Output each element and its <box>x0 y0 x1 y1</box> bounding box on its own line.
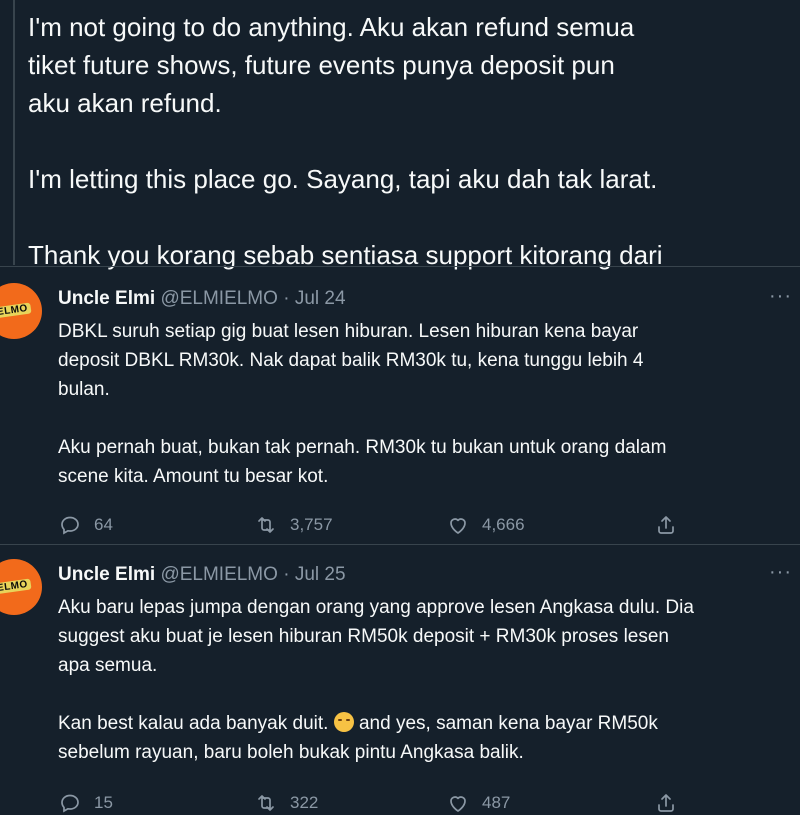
reply-button[interactable]: 64 <box>58 513 113 537</box>
like-count: 487 <box>482 793 511 812</box>
like-count: 4,666 <box>482 515 525 534</box>
retweet-icon <box>258 517 274 533</box>
like-button[interactable]: 4,666 <box>446 513 525 537</box>
avatar-logo: ELMO <box>0 578 32 595</box>
reply-button[interactable]: 15 <box>58 791 113 815</box>
share-icon <box>658 516 674 534</box>
tweet-header: Uncle Elmi @ELMIELMO · Jul 25 <box>58 563 346 587</box>
reply-count: 15 <box>94 793 113 812</box>
retweet-count: 322 <box>290 793 319 812</box>
like-icon <box>450 796 466 812</box>
tweet-actions: 64 3,757 4,666 <box>58 513 698 537</box>
top-tweet-line: tiket future shows, future events punya … <box>28 50 615 80</box>
share-button[interactable] <box>654 791 678 815</box>
author-name[interactable]: Uncle Elmi <box>58 288 155 309</box>
tweet-text-line: Kan best kalau ada banyak duit. and yes,… <box>58 709 788 738</box>
tweet-body: Aku baru lepas jumpa dengan orang yang a… <box>58 593 788 767</box>
reply-icon <box>61 516 79 535</box>
tweet-date[interactable]: Jul 25 <box>295 564 346 585</box>
more-icon[interactable]: ··· <box>769 285 792 308</box>
retweet-button[interactable]: 3,757 <box>254 513 333 537</box>
reply-count: 64 <box>94 515 113 534</box>
avatar[interactable]: ELMO <box>0 283 42 339</box>
author-name[interactable]: Uncle Elmi <box>58 564 155 585</box>
share-icon <box>658 794 674 812</box>
author-handle[interactable]: @ELMIELMO <box>160 564 277 585</box>
tweet-text-line: suggest aku buat je lesen hiburan RM50k … <box>58 626 669 647</box>
top-tweet-line: I'm not going to do anything. Aku akan r… <box>28 12 635 42</box>
tweet-header: Uncle Elmi @ELMIELMO · Jul 24 <box>58 287 346 311</box>
tweet-actions: 15 322 487 <box>58 791 698 815</box>
top-tweet-line: aku akan refund. <box>28 88 222 118</box>
avatar-logo: ELMO <box>0 302 32 319</box>
tweet-text-line: sebelum rayuan, baru boleh bukak pintu A… <box>58 742 524 763</box>
tweet-text-line: Aku pernah buat, bukan tak pernah. RM30k… <box>58 437 667 458</box>
reply-icon <box>61 794 79 813</box>
top-tweet-line: I'm letting this place go. Sayang, tapi … <box>28 164 658 194</box>
tweet-text-line: apa semua. <box>58 655 158 676</box>
share-button[interactable] <box>654 513 678 537</box>
thread-line <box>13 0 15 265</box>
tweet-text-line: Aku baru lepas jumpa dengan orang yang a… <box>58 597 694 618</box>
tweet-date[interactable]: Jul 24 <box>295 288 346 309</box>
pensive-face-emoji-icon <box>333 712 354 732</box>
tweet-text-segment: Kan best kalau ada banyak duit. <box>58 713 329 734</box>
separator-dot: · <box>283 564 290 585</box>
top-tweet-text: I'm not going to do anything. Aku akan r… <box>28 8 788 274</box>
tweet-text-line: deposit DBKL RM30k. Nak dapat balik RM30… <box>58 350 644 371</box>
tweet-body: DBKL suruh setiap gig buat lesen hiburan… <box>58 317 788 491</box>
like-button[interactable]: 487 <box>446 791 510 815</box>
tweet-text-line: scene kita. Amount tu besar kot. <box>58 466 329 487</box>
retweet-count: 3,757 <box>290 515 333 534</box>
tweet-text-line: bulan. <box>58 379 110 400</box>
more-icon[interactable]: ··· <box>769 561 792 584</box>
tweet[interactable]: ELMO Uncle Elmi @ELMIELMO · Jul 24 ··· D… <box>0 266 800 545</box>
tweet[interactable]: ELMO Uncle Elmi @ELMIELMO · Jul 25 ··· A… <box>0 544 800 813</box>
retweet-icon <box>258 795 274 811</box>
tweet-text-segment: and yes, saman kena bayar RM50k <box>353 713 658 734</box>
tweet-text-line: DBKL suruh setiap gig buat lesen hiburan… <box>58 321 639 342</box>
author-handle[interactable]: @ELMIELMO <box>160 288 277 309</box>
avatar[interactable]: ELMO <box>0 559 42 615</box>
separator-dot: · <box>283 288 290 309</box>
retweet-button[interactable]: 322 <box>254 791 318 815</box>
like-icon <box>450 518 466 534</box>
